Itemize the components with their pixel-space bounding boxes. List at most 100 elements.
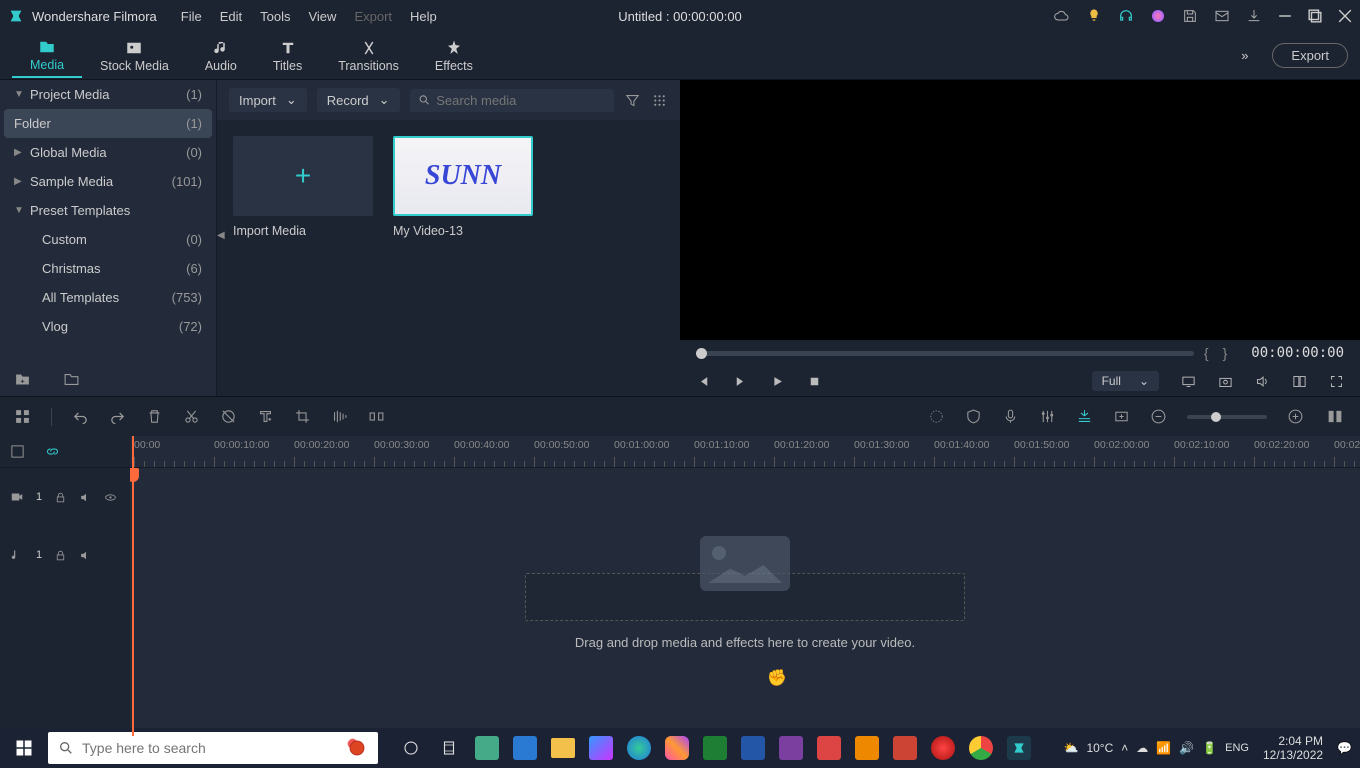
clock[interactable]: 2:04 PM12/13/2022 (1263, 734, 1323, 763)
taskbar-app-edge[interactable] (622, 728, 656, 768)
mute-icon[interactable] (79, 491, 92, 504)
lightbulb-icon[interactable] (1086, 8, 1102, 24)
weather-icon[interactable]: ⛅ (1064, 741, 1079, 755)
timeline-body[interactable]: 00:0000:00:10:0000:00:20:0000:00:30:0000… (130, 436, 1360, 736)
taskbar-app-instagram[interactable] (660, 728, 694, 768)
drop-zone[interactable]: Drag and drop media and effects here to … (280, 536, 1210, 650)
filter-icon[interactable] (624, 92, 641, 109)
expand-tabs-icon[interactable]: » (1241, 48, 1248, 63)
download-icon[interactable] (1246, 8, 1262, 24)
quality-dropdown[interactable]: Full⌄ (1092, 371, 1159, 391)
volume-icon[interactable] (1255, 374, 1270, 389)
tab-media[interactable]: Media (12, 34, 82, 78)
lock-icon[interactable] (54, 549, 67, 562)
magnet-icon[interactable] (1076, 408, 1093, 425)
delete-icon[interactable] (146, 408, 163, 425)
menu-edit[interactable]: Edit (220, 9, 242, 24)
tray-chevron-icon[interactable]: ˄ (1121, 741, 1128, 755)
language-icon[interactable]: ENG (1225, 742, 1249, 754)
menu-view[interactable]: View (308, 9, 336, 24)
menu-tools[interactable]: Tools (260, 9, 290, 24)
scrub-bar[interactable] (696, 351, 1194, 356)
audio-track-header[interactable]: 1 (0, 526, 130, 584)
fit-icon[interactable] (1324, 408, 1346, 425)
sidebar-item-project-media[interactable]: ▼Project Media(1) (0, 80, 216, 109)
folder-icon[interactable] (63, 371, 80, 388)
onedrive-icon[interactable]: ☁ (1136, 741, 1148, 755)
zoom-out-icon[interactable] (1150, 408, 1167, 425)
taskbar-app-excel[interactable] (698, 728, 732, 768)
record-dropdown[interactable]: Record⌄ (317, 88, 400, 112)
link-icon[interactable] (45, 443, 60, 460)
save-icon[interactable] (1182, 8, 1198, 24)
sidebar-item-sample-media[interactable]: ▶Sample Media(101) (0, 167, 216, 196)
tab-stock-media[interactable]: Stock Media (82, 35, 187, 77)
media-clip[interactable]: SUNN My Video-13 (393, 136, 533, 238)
menu-file[interactable]: File (181, 9, 202, 24)
sidebar-item-global-media[interactable]: ▶Global Media(0) (0, 138, 216, 167)
notifications-icon[interactable]: 💬 (1337, 741, 1352, 755)
split-icon[interactable] (368, 408, 385, 425)
play-icon[interactable] (770, 374, 785, 389)
avatar-icon[interactable] (1150, 8, 1166, 24)
tab-audio[interactable]: Audio (187, 35, 255, 77)
scrub-handle[interactable] (696, 348, 707, 359)
render-icon[interactable] (928, 408, 945, 425)
task-view-icon[interactable] (394, 728, 428, 768)
mute-icon[interactable] (79, 549, 92, 562)
taskbar-search[interactable] (48, 732, 378, 764)
mixer-icon[interactable] (1039, 408, 1056, 425)
video-track-header[interactable]: 1 (0, 468, 130, 526)
timeline-ruler[interactable]: 00:0000:00:10:0000:00:20:0000:00:30:0000… (130, 436, 1360, 468)
taskbar-app[interactable] (812, 728, 846, 768)
tab-titles[interactable]: Titles (255, 35, 320, 77)
taskbar-app-onenote[interactable] (774, 728, 808, 768)
sidebar-item-custom[interactable]: Custom(0) (0, 225, 216, 254)
stop-icon[interactable] (807, 374, 822, 389)
taskbar-app-filmora[interactable] (1002, 728, 1036, 768)
taskbar-app[interactable] (850, 728, 884, 768)
marker-icon[interactable] (220, 408, 237, 425)
text-icon[interactable] (257, 408, 274, 425)
taskbar-app-powerpoint[interactable] (888, 728, 922, 768)
battery-icon[interactable]: 🔋 (1202, 741, 1217, 755)
start-button[interactable] (0, 728, 48, 768)
cut-icon[interactable] (183, 408, 200, 425)
snapshot-icon[interactable] (1218, 374, 1233, 389)
shield-icon[interactable] (965, 408, 982, 425)
track-options-icon[interactable] (10, 443, 25, 460)
sidebar-item-vlog[interactable]: Vlog(72) (0, 312, 216, 341)
redo-icon[interactable] (109, 408, 126, 425)
zoom-in-icon[interactable] (1287, 408, 1304, 425)
taskbar-app-mail[interactable] (508, 728, 542, 768)
layout-icon[interactable] (1292, 374, 1307, 389)
cloud-icon[interactable] (1054, 8, 1070, 24)
minimize-button[interactable] (1278, 9, 1292, 23)
undo-icon[interactable] (72, 408, 89, 425)
sidebar-item-all-templates[interactable]: All Templates(753) (0, 283, 216, 312)
zoom-handle[interactable] (1211, 412, 1221, 422)
headphones-icon[interactable] (1118, 8, 1134, 24)
import-dropdown[interactable]: Import⌄ (229, 88, 307, 112)
display-icon[interactable] (1181, 374, 1196, 389)
grid-view-icon[interactable] (651, 92, 668, 109)
fullscreen-icon[interactable] (1329, 374, 1344, 389)
search-input[interactable] (410, 89, 614, 112)
taskbar-app[interactable] (470, 728, 504, 768)
menu-help[interactable]: Help (410, 9, 437, 24)
volume-tray-icon[interactable]: 🔊 (1179, 741, 1194, 755)
taskbar-app-explorer[interactable] (546, 728, 580, 768)
collapse-sidebar-icon[interactable]: ◀ (217, 230, 225, 241)
visibility-icon[interactable] (104, 491, 117, 504)
import-media-tile[interactable]: + Import Media (233, 136, 373, 238)
maximize-button[interactable] (1308, 9, 1322, 23)
speed-icon[interactable] (331, 408, 348, 425)
temperature[interactable]: 10°C (1086, 741, 1113, 755)
taskbar-app-word[interactable] (736, 728, 770, 768)
taskbar-app-chrome[interactable] (964, 728, 998, 768)
taskbar-app-cortana[interactable] (432, 728, 466, 768)
new-folder-icon[interactable] (14, 371, 31, 388)
in-out-brackets[interactable]: {} (1204, 345, 1241, 361)
lock-icon[interactable] (54, 491, 67, 504)
next-frame-icon[interactable] (733, 374, 748, 389)
